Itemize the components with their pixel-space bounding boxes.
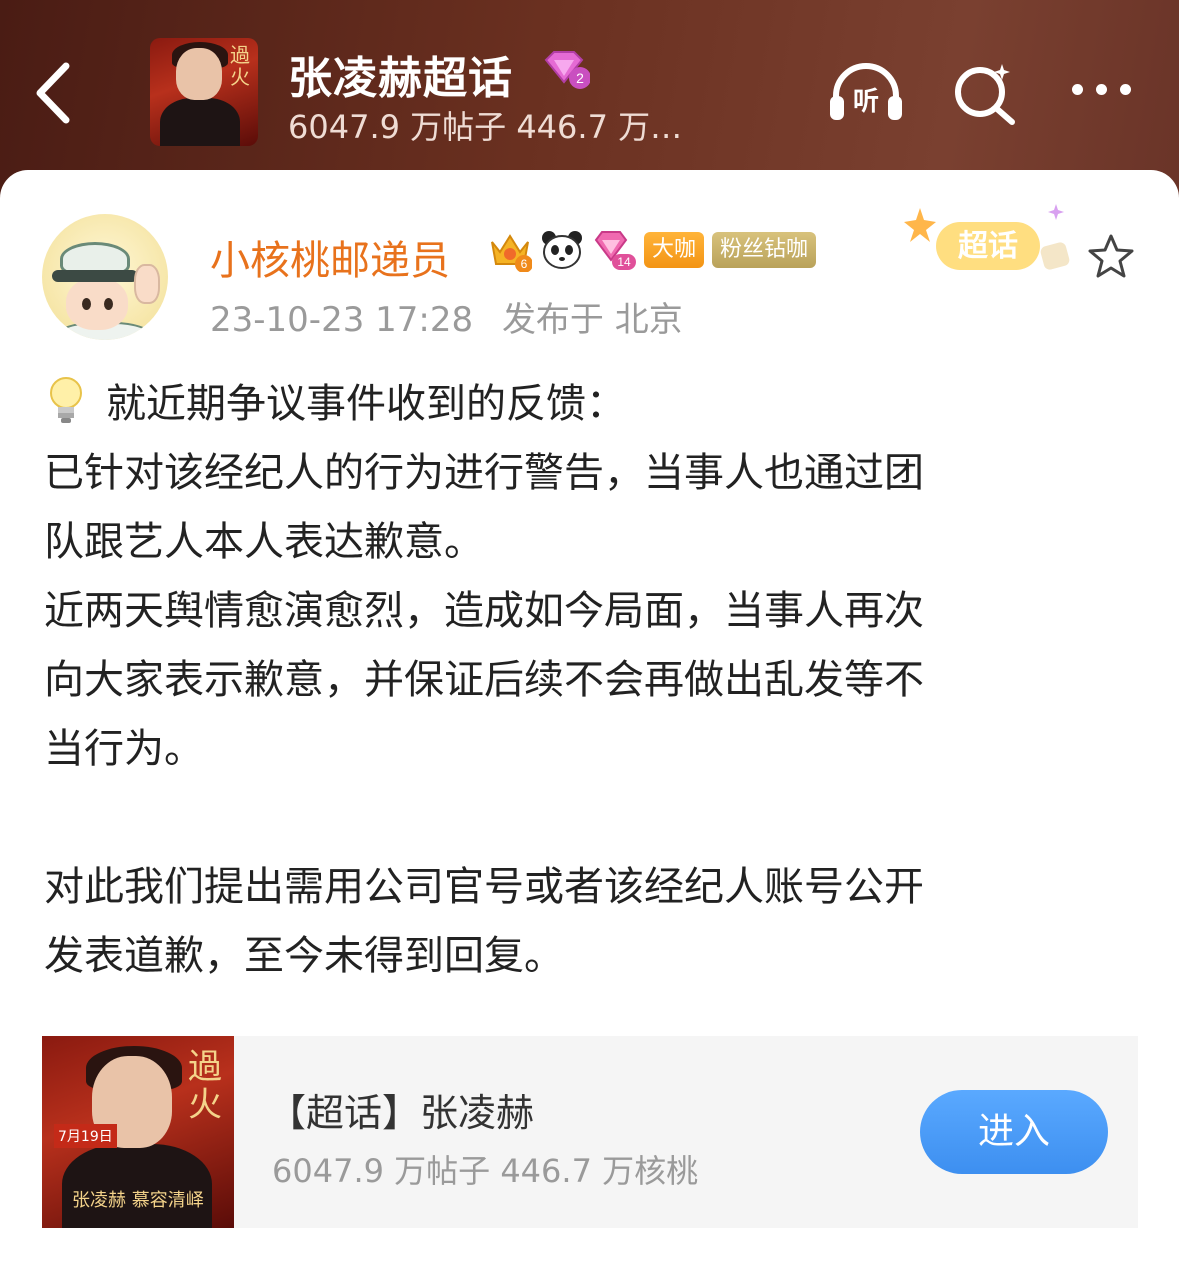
diamond-level: 14 xyxy=(617,255,631,269)
back-arrow-icon[interactable] xyxy=(30,58,80,128)
crown-icon: 6 xyxy=(488,228,533,273)
topic-link-card[interactable]: 過火 7月19日 张凌赫 慕容清峄 【超话】张凌赫 6047.9 万帖子 446… xyxy=(42,1036,1138,1228)
listen-headphones-icon[interactable]: 听 xyxy=(826,58,906,124)
topic-card-title: 【超话】张凌赫 xyxy=(268,1091,535,1135)
post-line xyxy=(44,784,1144,853)
enter-button[interactable]: 进入 xyxy=(920,1090,1108,1174)
cover-calligraphy: 過火 xyxy=(230,43,250,89)
post-card: 小核桃邮递员 6 14 大咖 粉丝钻咖 23-10-23 17:28 发布于 北… xyxy=(0,170,1179,1282)
author-badges: 6 14 大咖 粉丝钻咖 xyxy=(488,228,817,273)
topic-cover-name: 张凌赫 慕容清峄 xyxy=(72,1190,204,1211)
topic-cover-date: 7月19日 xyxy=(54,1124,117,1148)
post-line: 对此我们提出需用公司官号或者该经纪人账号公开 xyxy=(44,864,924,910)
panda-icon xyxy=(540,228,584,272)
chaohua-badge-label: 超话 xyxy=(958,229,1018,264)
more-options-icon[interactable] xyxy=(1068,76,1138,106)
diamond-level-icon: 2 xyxy=(540,50,591,90)
post-line: 近两天舆情愈演愈烈，造成如今局面，当事人再次 xyxy=(44,588,924,634)
listen-label: 听 xyxy=(853,87,879,117)
post-line: 发表道歉，至今未得到回复。 xyxy=(44,933,564,979)
post-line: 已针对该经纪人的行为进行警告，当事人也通过团 xyxy=(44,450,924,496)
post-timestamp: 23-10-23 17:28 xyxy=(210,300,474,340)
post-line: 就近期争议事件收到的反馈： xyxy=(44,370,1144,439)
author-name[interactable]: 小核桃邮递员 xyxy=(210,228,450,286)
post-meta: 23-10-23 17:28 发布于 北京 xyxy=(210,292,683,341)
post-line: 队跟艺人本人表达歉意。 xyxy=(44,519,484,565)
tag-dakai: 大咖 xyxy=(644,232,705,268)
topic-stats: 6047.9 万帖子 446.7 万… xyxy=(288,108,683,146)
favorite-star-icon[interactable] xyxy=(1086,232,1136,282)
page-title: 张凌赫超话 xyxy=(288,53,513,104)
chaohua-badge-icon: 超话 xyxy=(900,200,1080,280)
crown-level: 6 xyxy=(521,257,528,271)
post-content: 就近期争议事件收到的反馈： 已针对该经纪人的行为进行警告，当事人也通过团 队跟艺… xyxy=(44,370,1144,991)
topic-cover-image: 過火 7月19日 张凌赫 慕容清峄 xyxy=(42,1036,234,1228)
lightbulb-icon xyxy=(44,375,88,425)
topic-cover-calligraphy: 過火 xyxy=(188,1047,222,1125)
tag-fans-diamond: 粉丝钻咖 xyxy=(712,232,817,268)
post-line: 向大家表示歉意，并保证后续不会再做出乱发等不 xyxy=(44,657,924,703)
search-icon[interactable] xyxy=(950,58,1020,128)
topic-card-stats: 6047.9 万帖子 446.7 万核桃 xyxy=(272,1152,699,1190)
level-number: 2 xyxy=(576,70,584,86)
topic-cover-thumbnail[interactable]: 過火 xyxy=(150,38,258,146)
avatar[interactable] xyxy=(42,214,168,340)
post-line: 当行为。 xyxy=(44,726,204,772)
diamond-badge-icon: 14 xyxy=(592,228,636,272)
post-location: 发布于 北京 xyxy=(501,300,683,340)
